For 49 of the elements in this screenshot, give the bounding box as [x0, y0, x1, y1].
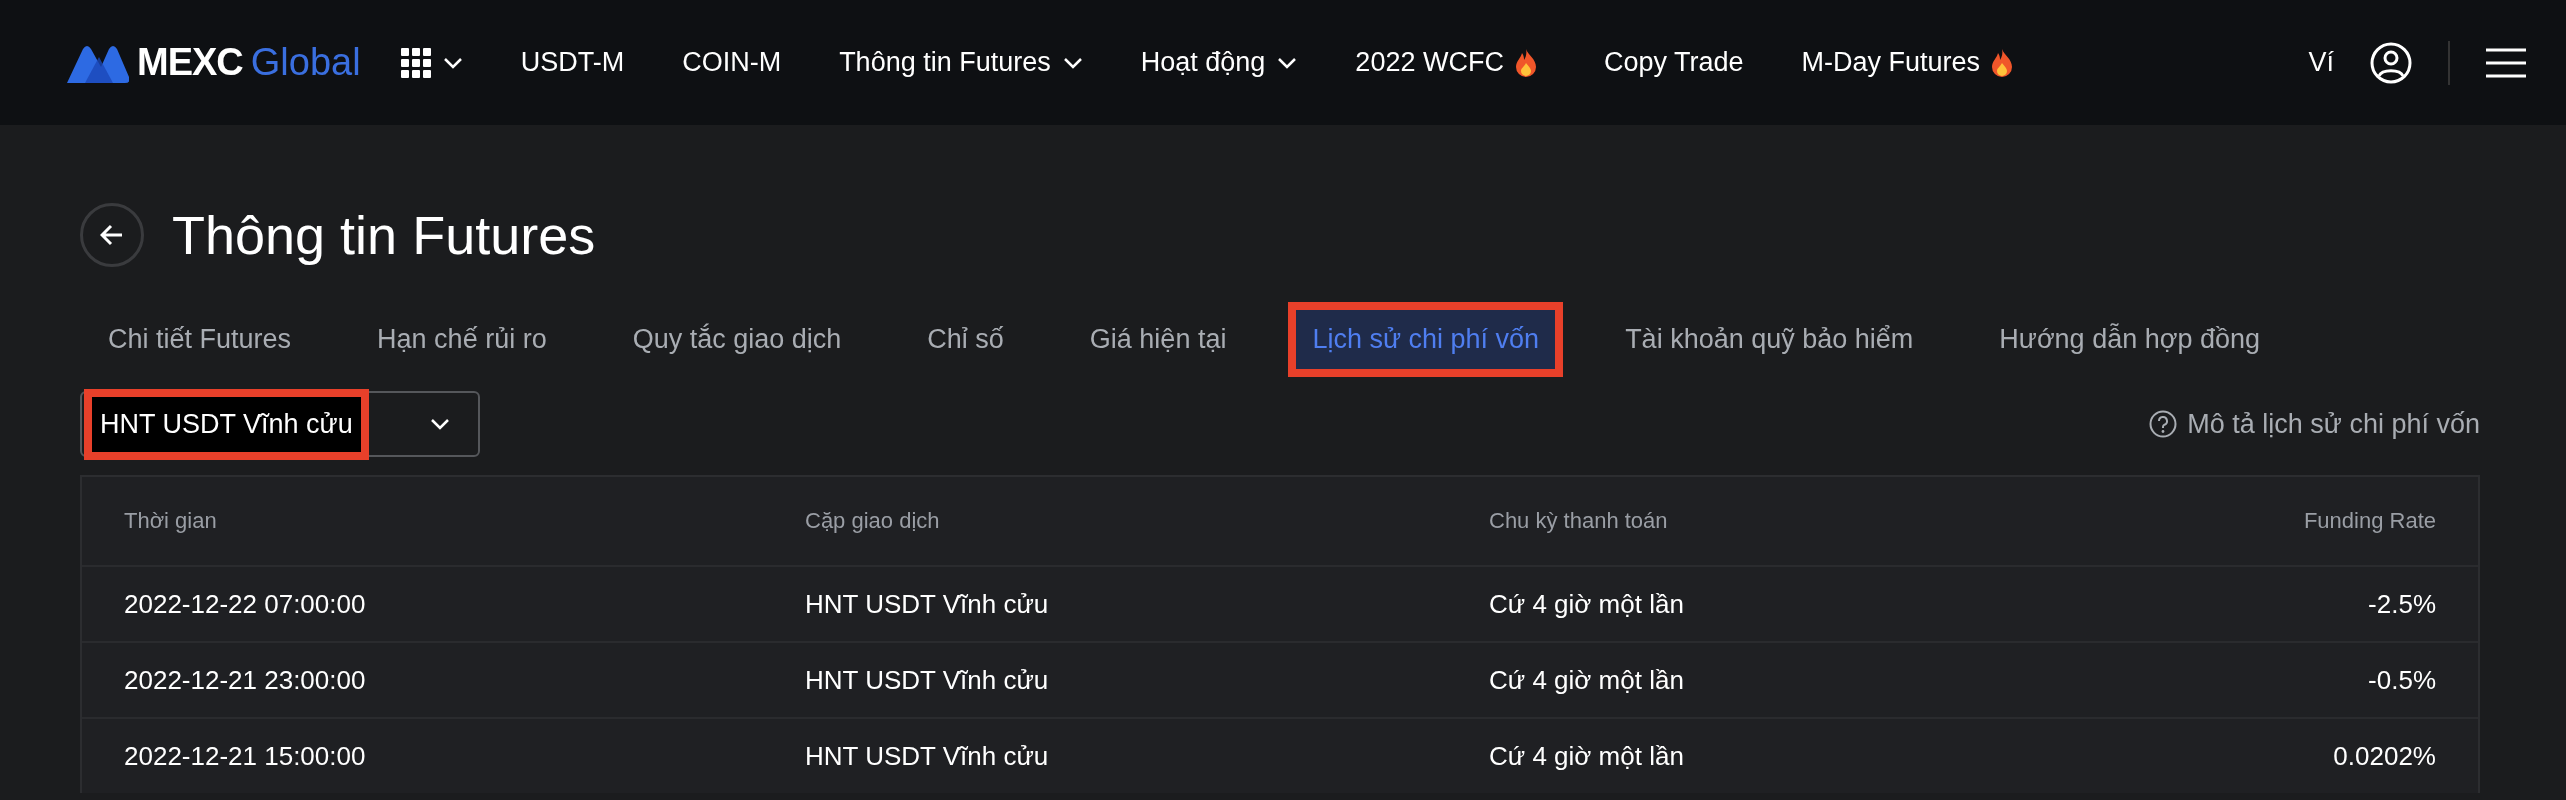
chevron-down-icon [442, 56, 463, 69]
nav-link[interactable]: 2022 WCFC [1355, 47, 1536, 78]
nav-link[interactable]: M-Day Futures [1801, 47, 2013, 78]
nav-link[interactable]: USDT-M [520, 47, 625, 78]
tab[interactable]: Tài khoản quỹ bảo hiểm [1609, 309, 1930, 369]
column-header: Cặp giao dịch [805, 508, 941, 534]
flame-icon [1515, 48, 1536, 77]
table-cell-text: 0.0202% [2332, 740, 2436, 772]
brand-suffix: Global [250, 41, 361, 84]
menu-icon[interactable] [2486, 47, 2526, 78]
grid-icon [400, 47, 431, 78]
tab[interactable]: Hướng dẫn hợp đồng [1983, 309, 2276, 369]
column-header: Funding Rate [2302, 508, 2436, 534]
contract-select[interactable]: HNT USDT Vĩnh cửu [80, 391, 480, 457]
column-header: Thời gian [124, 508, 218, 534]
question-icon [2149, 410, 2178, 438]
chevron-down-icon [430, 418, 450, 430]
page-title: Thông tin Futures [172, 204, 596, 266]
table-cell-text: HNT USDT Vĩnh cửu [805, 664, 1050, 696]
tab[interactable]: Hạn chế rủi ro [361, 309, 563, 369]
apps-menu[interactable] [400, 47, 463, 78]
table-cell-text: 2022-12-21 15:00:00 [124, 740, 367, 772]
table-cell-text: Cứ 4 giờ một lần [1489, 588, 1685, 620]
tab[interactable]: Quy tắc giao dịch [616, 309, 858, 369]
table-cell-text: -0.5% [2367, 664, 2436, 696]
table-cell-text: 2022-12-22 07:00:00 [124, 588, 367, 620]
wallet-link[interactable]: Ví [2308, 47, 2334, 78]
help-link[interactable]: Mô tả lịch sử chi phí vốn [2149, 408, 2480, 440]
table-cell-text: Cứ 4 giờ một lần [1489, 740, 1685, 772]
chevron-down-icon [1062, 56, 1083, 69]
tab[interactable]: Chỉ số [911, 309, 1020, 369]
table-cell-text: -2.5% [2367, 588, 2436, 620]
nav-link[interactable]: Hoạt động [1140, 47, 1298, 78]
tab[interactable]: Chi tiết Futures [92, 309, 308, 369]
brand-name: MEXC [137, 41, 243, 84]
table-cell-text: 2022-12-21 23:00:00 [124, 664, 367, 696]
back-button[interactable] [80, 203, 144, 267]
table-cell-text: HNT USDT Vĩnh cửu [805, 588, 1050, 620]
user-icon[interactable] [2370, 41, 2412, 84]
nav-link[interactable]: Copy Trade [1603, 47, 1744, 78]
table-cell-text: HNT USDT Vĩnh cửu [805, 740, 1050, 772]
back-arrow-icon [100, 224, 124, 246]
nav-link[interactable]: Thông tin Futures [839, 47, 1083, 78]
flame-icon [1992, 48, 2013, 77]
column-header: Chu kỳ thanh toán [1489, 508, 1669, 534]
nav-link[interactable]: COIN-M [682, 47, 782, 78]
chevron-down-icon [1277, 56, 1298, 69]
table-cell-text: Cứ 4 giờ một lần [1489, 664, 1685, 696]
tab[interactable]: Giá hiện tại [1073, 309, 1243, 369]
